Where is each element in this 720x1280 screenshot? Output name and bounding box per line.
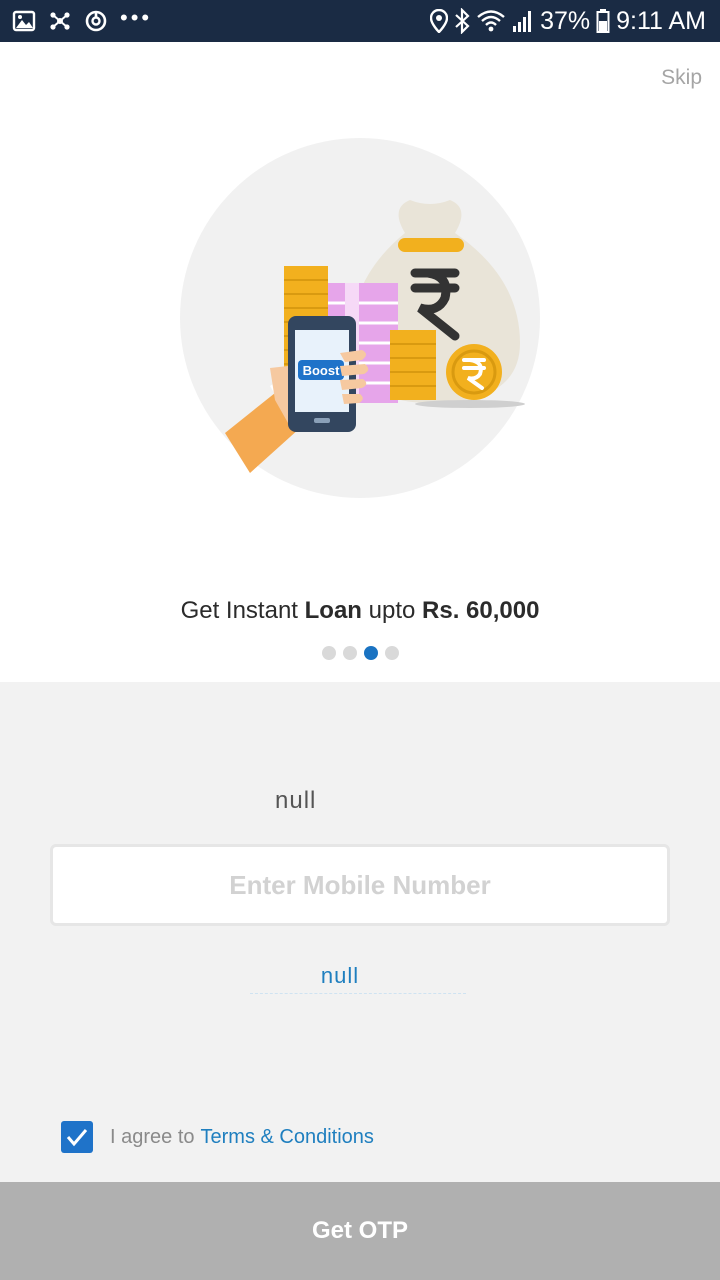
form-secondary-link[interactable]: null xyxy=(0,963,680,989)
page-dot-2[interactable] xyxy=(342,646,357,660)
gallery-icon xyxy=(12,10,36,32)
network-icon xyxy=(48,9,72,33)
terms-checkbox[interactable] xyxy=(61,1121,93,1153)
notification-icons: ••• xyxy=(12,5,153,33)
onboarding-headline: Get Instant Loan upto Rs. 60,000 xyxy=(0,597,720,625)
headline-bold-amount: Rs. 60,000 xyxy=(422,597,540,624)
login-form-panel xyxy=(0,682,720,1182)
page-dot-3-active[interactable] xyxy=(363,646,378,660)
link-underline xyxy=(250,993,466,994)
status-bar: ••• 37% 9:11 AM xyxy=(0,0,720,42)
location-icon xyxy=(430,9,449,33)
headline-bold-loan: Loan xyxy=(304,597,362,624)
form-prompt-label: null xyxy=(275,787,317,814)
loan-money-illustration: Boost xyxy=(180,138,540,498)
skip-button[interactable]: Skip xyxy=(661,66,702,90)
checkmark-icon xyxy=(66,1129,88,1147)
wifi-icon xyxy=(476,9,506,33)
battery-percent: 37% xyxy=(540,6,591,35)
signal-icon xyxy=(512,9,534,33)
more-notifications-icon: ••• xyxy=(120,5,153,30)
page-dot-1[interactable] xyxy=(321,646,336,660)
agree-label: I agree to xyxy=(110,1125,195,1148)
page-indicator xyxy=(0,646,720,660)
page-dot-4[interactable] xyxy=(384,646,399,660)
bluetooth-icon xyxy=(454,8,470,34)
terms-agreement-row: I agree to Terms & Conditions xyxy=(61,1121,374,1153)
get-otp-button[interactable]: Get OTP xyxy=(0,1182,720,1280)
phone-brand-text: Boost xyxy=(303,363,341,378)
terms-conditions-link[interactable]: Terms & Conditions xyxy=(201,1126,374,1149)
mobile-number-input[interactable] xyxy=(50,844,670,926)
system-icons: 37% 9:11 AM xyxy=(430,0,706,42)
clock: 9:11 AM xyxy=(616,6,706,35)
battery-icon xyxy=(596,8,610,34)
sync-icon xyxy=(84,9,108,33)
headline-part1: Get Instant xyxy=(180,597,305,624)
headline-part2: upto xyxy=(361,597,423,624)
